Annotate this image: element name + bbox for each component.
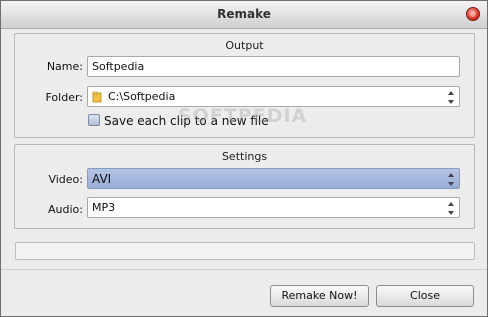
settings-group-title: Settings [221, 150, 268, 163]
audio-select-value: MP3 [92, 201, 116, 214]
name-input[interactable]: Softpedia [87, 56, 460, 77]
video-label: Video: [48, 173, 83, 186]
audio-select[interactable]: MP3 [87, 197, 460, 218]
folder-select-value: C:\Softpedia [108, 90, 176, 103]
name-label: Name: [46, 60, 83, 73]
remake-now-button[interactable]: Remake Now! [270, 285, 369, 307]
video-select[interactable]: AVI [87, 168, 460, 189]
name-input-value: Softpedia [92, 60, 145, 73]
title-bar: Remake [1, 1, 487, 29]
footer-divider [1, 269, 487, 270]
video-select-arrows-icon[interactable] [447, 173, 456, 186]
audio-select-arrows-icon[interactable] [447, 202, 456, 215]
folder-select[interactable]: C:\Softpedia [87, 86, 460, 107]
save-each-clip-checkbox[interactable] [88, 114, 100, 126]
close-window-icon[interactable] [466, 7, 480, 21]
output-group-title: Output [225, 39, 264, 52]
remake-window: Remake Output Name: Softpedia Folder: C:… [0, 0, 488, 317]
softpedia-watermark: SOFTPEDIA [178, 105, 308, 127]
folder-icon [92, 91, 102, 103]
window-title: Remake [217, 7, 271, 21]
close-button[interactable]: Close [376, 285, 474, 307]
folder-select-arrows-icon[interactable] [447, 91, 456, 104]
video-select-value: AVI [92, 172, 112, 186]
progress-bar [15, 242, 475, 260]
audio-label: Audio: [48, 203, 83, 216]
folder-label: Folder: [45, 91, 83, 104]
